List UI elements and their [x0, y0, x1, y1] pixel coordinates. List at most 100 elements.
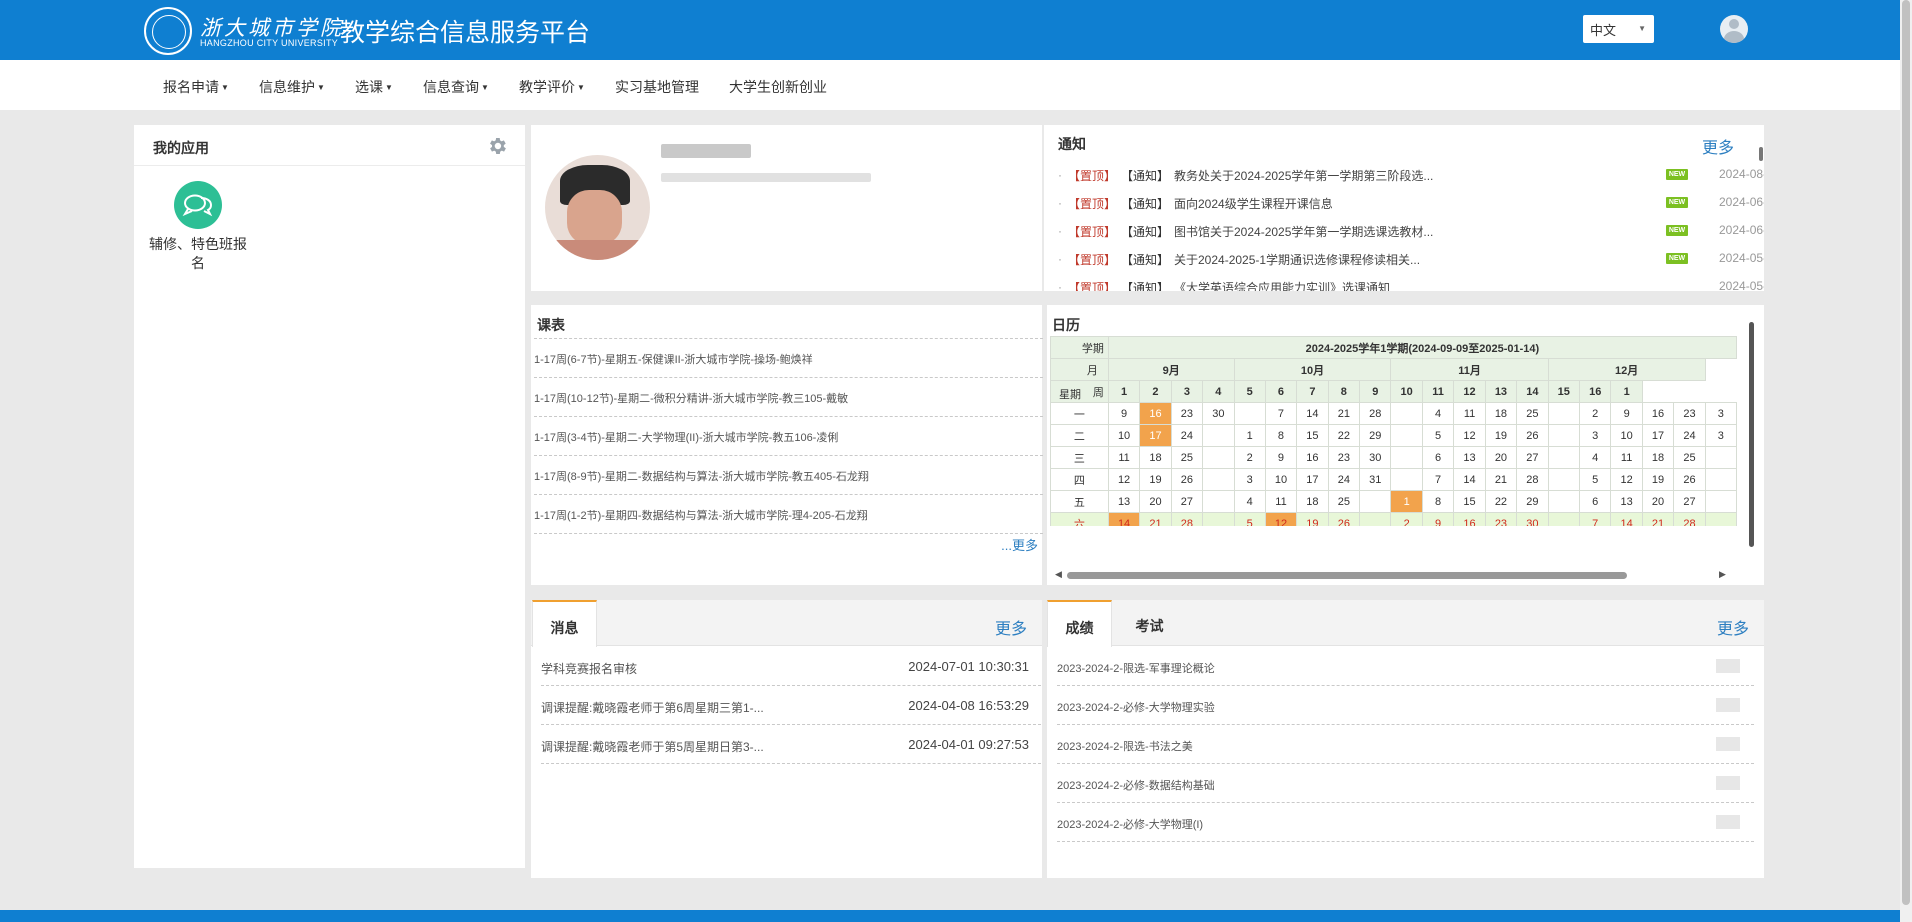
tab-grades[interactable]: 成绩 [1047, 600, 1112, 647]
calendar-day-cell: 15 [1296, 424, 1329, 447]
notice-item[interactable]: ·【置顶】【通知】《大学英语综合应用能力实训》选课通知2024-05-22 [1058, 278, 1764, 291]
grade-item[interactable]: 2023-2024-2-必修-大学物理(I) [1057, 803, 1754, 842]
nav-item-5[interactable]: 实习基地管理 [615, 77, 699, 97]
calendar-day-cell: 26 [1327, 512, 1361, 526]
message-item[interactable]: 学科竞赛报名审核 2024-07-01 10:30:31 [541, 647, 1041, 686]
nav-item-3[interactable]: 信息查询 ▼ [423, 77, 489, 97]
calendar-day-cell: 27 [1170, 490, 1204, 513]
message-item[interactable]: 调课提醒:戴晓霞老师于第6周星期三第1-... 2024-04-08 16:53:… [541, 686, 1041, 725]
notice-kind: 【通知】 [1121, 281, 1170, 291]
calendar-day-cell: 23 [1327, 446, 1361, 469]
calendar-day-cell: 17 [1641, 424, 1675, 447]
app-label-minor-enroll[interactable]: 辅修、特色班报名 [144, 235, 252, 273]
calendar-day-cell: 28 [1170, 512, 1204, 526]
notice-item[interactable]: · 【置顶】 【通知】 关于2024-2025-1学期通识选修课程修读相关... NEW… [1058, 250, 1764, 270]
calendar-day-cell: 30 [1516, 512, 1549, 526]
scroll-right-arrow-icon[interactable]: ▶ [1719, 569, 1726, 580]
calendar-day-cell: 5 [1421, 424, 1455, 447]
notice-title[interactable]: 图书馆关于2024-2025学年第一学期选课选教材... [1174, 223, 1564, 240]
calendar-day-cell: 21 [1641, 512, 1675, 526]
calendar-day-cell: 19 [1139, 468, 1172, 491]
blurred-grade-value [1716, 698, 1740, 712]
notice-title[interactable]: 面向2024级学生课程开课信息 [1174, 195, 1564, 212]
calendar-day-cell [1547, 512, 1581, 526]
messages-more-link[interactable]: 更多 [995, 615, 1027, 639]
calendar-vscrollbar-thumb[interactable] [1749, 322, 1754, 547]
notice-more-link[interactable]: 更多 [1702, 134, 1734, 158]
window-scrollbar-thumb[interactable] [1902, 0, 1910, 905]
schedule-item[interactable]: 1-17周(1-2节)-星期四-数据结构与算法-浙大城市学院-理4-205-石龙… [534, 495, 1043, 534]
calendar-vscrollbar[interactable] [1747, 310, 1756, 555]
message-date: 2024-04-08 16:53:29 [908, 698, 1029, 713]
calendar-day-cell: 24 [1327, 468, 1361, 491]
notice-title[interactable]: 《大学英语综合应用能力实训》选课通知 [1174, 279, 1564, 291]
notice-item[interactable]: · 【置顶】 【通知】 图书馆关于2024-2025学年第一学期选课选教材... NEW… [1058, 222, 1764, 242]
blurred-info [661, 173, 871, 182]
nav-item-1[interactable]: 信息维护 ▼ [259, 77, 325, 97]
calendar-day-cell [1547, 468, 1581, 491]
grade-item[interactable]: 2023-2024-2-必修-大学物理实验 [1057, 686, 1754, 725]
calendar-week-number: 2 [1139, 380, 1172, 403]
grade-item[interactable]: 2023-2024-2-限选-军事理论概论 [1057, 647, 1754, 686]
notice-item[interactable]: · 【置顶】 【通知】 教务处关于2024-2025学年第一学期第三阶段选... NEW… [1058, 166, 1764, 186]
nav-item-6[interactable]: 大学生创新创业 [729, 77, 827, 97]
calendar-week-number: 15 [1547, 380, 1581, 403]
notice-title: 通知 [1058, 136, 1086, 152]
calendar-day-cell [1547, 424, 1581, 447]
calendar-grid-wrap: 学期 2024-2025学年1学期(2024-09-09至2025-01-14) 月… [1050, 336, 1737, 526]
calendar-hscrollbar[interactable]: ◀ ▶ [1047, 569, 1739, 580]
user-avatar-icon[interactable] [1720, 15, 1748, 43]
notice-item[interactable]: ·【置顶】【通知】面向2024级学生课程开课信息NEW2024-06-06 [1058, 194, 1764, 214]
calendar-day-cell: 21 [1327, 402, 1361, 425]
schedule-item[interactable]: 1-17周(6-7节)-星期五-保健课II-浙大城市学院-操场-鲍焕祥 [534, 339, 1043, 378]
calendar-week-number: 9 [1359, 380, 1392, 403]
calendar-day-cell: 6 [1578, 490, 1612, 513]
calendar-day-cell: 14 [1296, 402, 1329, 425]
notice-title[interactable]: 关于2024-2025-1学期通识选修课程修读相关... [1174, 251, 1564, 268]
calendar-day-cell: 8 [1421, 490, 1455, 513]
gear-icon[interactable] [486, 135, 508, 157]
nav-item-4[interactable]: 教学评价 ▼ [519, 77, 585, 97]
tab-messages[interactable]: 消息 [532, 600, 597, 647]
schedule-more-link[interactable]: ...更多 [1001, 535, 1038, 554]
scroll-left-arrow-icon[interactable]: ◀ [1055, 569, 1062, 580]
grades-more-link[interactable]: 更多 [1717, 615, 1749, 639]
window-scrollbar[interactable] [1900, 0, 1912, 922]
tab-exams[interactable]: 考试 [1122, 600, 1177, 647]
message-date: 2024-04-01 09:27:53 [908, 737, 1029, 752]
notice-title[interactable]: 教务处关于2024-2025学年第一学期第三阶段选... [1174, 167, 1564, 184]
grade-item[interactable]: 2023-2024-2-必修-数据结构基础 [1057, 764, 1754, 803]
nav-item-2[interactable]: 选课 ▼ [355, 77, 393, 97]
calendar-day-cell: 4 [1578, 446, 1612, 469]
calendar-day-cell: 1 [1390, 490, 1423, 513]
message-item[interactable]: 调课提醒:戴晓霞老师于第5周星期日第3-... 2024-04-01 09:27:… [541, 725, 1041, 764]
caret-down-icon: ▼ [317, 83, 325, 92]
calendar-day-cell: 9 [1107, 402, 1141, 425]
schedule-item[interactable]: 1-17周(3-4节)-星期二-大学物理(II)-浙大城市学院-教五106-凌俐 [534, 417, 1043, 456]
calendar-day-cell: 9 [1264, 446, 1298, 469]
grade-item[interactable]: 2023-2024-2-限选-书法之美 [1057, 725, 1754, 764]
schedule-title: 课表 [537, 317, 565, 333]
calendar-title: 日历 [1052, 317, 1080, 333]
nav-item-label: 信息维护 [259, 79, 315, 95]
message-date: 2024-07-01 10:30:31 [908, 659, 1029, 674]
calendar-day-cell: 22 [1327, 424, 1361, 447]
calendar-day-cell: 10 [1610, 424, 1643, 447]
blurred-grade-value [1716, 659, 1740, 673]
chat-bubbles-icon[interactable] [174, 181, 222, 229]
calendar-corner-month: 月 [1050, 358, 1109, 381]
calendar-term-header: 2024-2025学年1学期(2024-09-09至2025-01-14) [1107, 336, 1737, 359]
calendar-week-number: 14 [1516, 380, 1549, 403]
nav-item-0[interactable]: 报名申请 ▼ [163, 77, 229, 97]
notice-pin-tag: 【置顶】 [1068, 225, 1117, 239]
top-header: 浙大城市学院 HANGZHOU CITY UNIVERSITY 教学综合信息服务… [0, 0, 1900, 60]
calendar-hscrollbar-thumb[interactable] [1067, 572, 1627, 579]
language-select[interactable]: 中文 ▼ [1583, 15, 1654, 43]
platform-title: 教学综合信息服务平台 [340, 19, 591, 47]
calendar-day-cell: 14 [1453, 468, 1486, 491]
calendar-day-cell [1547, 402, 1581, 425]
schedule-item[interactable]: 1-17周(8-9节)-星期二-数据结构与算法-浙大城市学院-教五405-石龙翔 [534, 456, 1043, 495]
schedule-item[interactable]: 1-17周(10-12节)-星期二-微积分精讲-浙大城市学院-教三105-戴敏 [534, 378, 1043, 417]
calendar-day-cell: 14 [1610, 512, 1643, 526]
notice-scrollbar[interactable] [1758, 125, 1764, 291]
